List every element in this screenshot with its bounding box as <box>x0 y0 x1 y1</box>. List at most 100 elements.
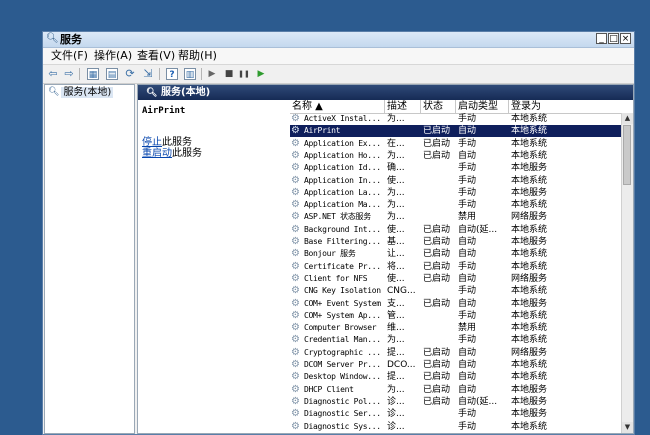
scroll-up-arrow-icon[interactable]: ▲ <box>622 113 633 124</box>
service-name: Base Filtering... <box>304 237 381 246</box>
minimize-button[interactable]: _ <box>596 33 607 44</box>
service-gear-icon: ⚙ <box>291 199 300 211</box>
toolbar-separator <box>159 68 160 80</box>
export-icon[interactable]: ⇲ <box>142 68 154 80</box>
service-gear-icon: ⚙ <box>291 236 300 247</box>
service-status: 已启动 <box>423 261 451 272</box>
table-row[interactable]: ⚙ Application La... 为... 手动 本地服务 <box>290 187 622 199</box>
service-name: DHCP Client <box>304 384 354 394</box>
view-icon[interactable]: ▥ <box>184 68 196 80</box>
restart-link[interactable]: 重启动 <box>142 148 172 159</box>
service-startup-type: 自动 <box>458 126 477 137</box>
table-row[interactable]: ⚙ CNG Key Isolation CNG... 手动 本地系统 <box>290 285 622 297</box>
service-log-on-as: 本地系统 <box>511 150 548 161</box>
table-row[interactable]: ⚙ DCOM Server Pr... DCO... 已启动 自动 本地系统 <box>290 359 622 371</box>
pause-icon[interactable]: ❚❚ <box>238 68 250 80</box>
vertical-scrollbar[interactable]: ▲ ▼ <box>621 113 633 433</box>
service-startup-type: 自动 <box>458 237 477 247</box>
table-row[interactable]: ⚙ Application Ho... 为... 已启动 自动 本地系统 <box>290 150 622 162</box>
service-description: 为... <box>387 114 405 124</box>
close-button[interactable]: × <box>620 33 631 44</box>
column-header-startup-type[interactable]: 启动类型 <box>456 100 509 113</box>
table-row[interactable]: ⚙ AirPrint 已启动 自动 本地系统 <box>290 125 622 138</box>
table-row[interactable]: ⚙ Diagnostic Pol... 诊... 已启动 自动(延... 本地服务 <box>290 396 622 408</box>
table-row[interactable]: ⚙ Bonjour 服务 让... 已启动 自动 本地系统 <box>290 248 622 260</box>
service-startup-type: 自动 <box>458 360 477 370</box>
service-description: 使... <box>387 175 405 186</box>
console-tree-icon[interactable]: ▦ <box>87 68 99 80</box>
table-row[interactable]: ⚙ COM+ Event System 支... 已启动 自动 本地服务 <box>290 298 622 310</box>
service-name: COM+ Event System <box>304 298 381 308</box>
scroll-thumb[interactable] <box>623 125 631 185</box>
maximize-button[interactable]: □ <box>608 33 619 44</box>
column-header-description[interactable]: 描述 <box>385 100 421 113</box>
forward-arrow-icon[interactable]: ⇨ <box>63 68 75 80</box>
table-row[interactable]: ⚙ Certificate Pr... 将... 已启动 手动 本地系统 <box>290 261 622 273</box>
service-name: Cryptographic ... <box>304 347 381 357</box>
table-row[interactable]: ⚙ ASP.NET 状态服务 为... 禁用 网络服务 <box>290 211 622 223</box>
service-startup-type: 自动 <box>458 150 477 161</box>
service-status: 已启动 <box>423 224 451 235</box>
table-row[interactable]: ⚙ Diagnostic Ser... 诊... 手动 本地服务 <box>290 408 622 420</box>
column-header-log-on-as[interactable]: 登录为 <box>509 100 579 113</box>
stop-icon[interactable]: ■ <box>223 68 235 80</box>
table-row[interactable]: ⚙ Application In... 使... 手动 本地系统 <box>290 175 622 187</box>
service-log-on-as: 网络服务 <box>511 273 548 284</box>
table-row[interactable]: ⚙ COM+ System Ap... 管... 手动 本地系统 <box>290 310 622 322</box>
table-row[interactable]: ⚙ Cryptographic ... 提... 已启动 自动 网络服务 <box>290 347 622 359</box>
service-log-on-as: 本地服务 <box>511 396 548 407</box>
service-startup-type: 手动 <box>458 187 477 198</box>
table-row[interactable]: ⚙ Computer Browser 维... 禁用 本地系统 <box>290 322 622 334</box>
refresh-icon[interactable]: ⟳ <box>124 68 136 80</box>
menu-file[interactable]: 文件(F) <box>51 50 88 62</box>
scroll-down-arrow-icon[interactable]: ▼ <box>622 422 633 433</box>
stop-link[interactable]: 停止 <box>142 137 162 148</box>
restart-icon[interactable]: ▶ <box>255 68 267 80</box>
service-status: 已启动 <box>423 396 451 407</box>
table-row[interactable]: ⚙ Credential Man... 为... 手动 本地系统 <box>290 334 622 346</box>
menu-action[interactable]: 操作(A) <box>94 50 132 62</box>
service-log-on-as: 本地系统 <box>511 261 548 272</box>
service-log-on-as: 本地系统 <box>511 175 548 186</box>
table-row[interactable]: ⚙ Application Ma... 为... 手动 本地系统 <box>290 199 622 211</box>
service-gear-icon: ⚙ <box>291 371 300 383</box>
properties-icon[interactable]: ▤ <box>106 68 118 80</box>
service-status: 已启动 <box>423 138 451 149</box>
table-row[interactable]: ⚙ Application Id... 确... 手动 本地服务 <box>290 162 622 174</box>
back-arrow-icon[interactable]: ⇦ <box>47 68 59 80</box>
services-list: 名称 ▲ 描述 状态 启动类型 登录为 ⚙ ActiveX Instal... 为.… <box>290 100 633 433</box>
column-header-status[interactable]: 状态 <box>421 100 456 113</box>
stop-service-link: 停止此服务 <box>142 137 192 148</box>
menu-help[interactable]: 帮助(H) <box>178 50 217 62</box>
table-row[interactable]: ⚙ Base Filtering... 基... 已启动 自动 本地服务 <box>290 236 622 248</box>
service-log-on-as: 本地系统 <box>511 323 548 334</box>
start-icon[interactable]: ▶ <box>206 68 218 80</box>
service-description: 诊... <box>387 396 405 407</box>
table-row[interactable]: ⚙ Application Ex... 在... 已启动 手动 本地系统 <box>290 138 622 150</box>
service-gear-icon: ⚙ <box>291 113 300 124</box>
service-gear-icon: ⚙ <box>291 334 300 346</box>
tree-item-services-local[interactable]: 🔍︎ 服务(本地) <box>48 86 114 98</box>
title-bar[interactable]: 🔍︎ 服务 _ □ × <box>43 32 634 48</box>
help-icon[interactable]: ? <box>166 68 178 80</box>
table-row[interactable]: ⚙ Diagnostic Sys... 诊... 手动 本地系统 <box>290 421 622 433</box>
service-description: 将... <box>387 261 405 272</box>
table-row[interactable]: ⚙ Background Int... 使... 已启动 自动(延... 本地系统 <box>290 224 622 236</box>
table-row[interactable]: ⚙ ActiveX Instal... 为... 手动 本地系统 <box>290 113 622 125</box>
table-row[interactable]: ⚙ Desktop Window... 提... 已启动 自动 本地系统 <box>290 371 622 383</box>
service-log-on-as: 本地服务 <box>511 384 548 395</box>
service-description: 诊... <box>387 421 405 432</box>
service-status: 已启动 <box>423 298 451 309</box>
toolbar-separator <box>201 68 202 80</box>
table-row[interactable]: ⚙ DHCP Client 为... 已启动 自动 本地服务 <box>290 384 622 396</box>
services-window: 🔍︎ 服务 _ □ × 文件(F) 操作(A) 查看(V) 帮助(H) ⇦ ⇨ … <box>42 31 635 435</box>
service-description: 在... <box>387 138 405 149</box>
column-header-name[interactable]: 名称 ▲ <box>290 100 385 113</box>
service-description: 支... <box>387 298 405 309</box>
service-startup-type: 自动 <box>458 384 477 395</box>
menu-view[interactable]: 查看(V) <box>137 50 175 62</box>
service-gear-icon: ⚙ <box>291 322 300 334</box>
service-log-on-as: 本地服务 <box>511 298 548 309</box>
service-description: 为... <box>387 212 405 223</box>
table-row[interactable]: ⚙ Client for NFS 使... 已启动 自动 网络服务 <box>290 273 622 285</box>
